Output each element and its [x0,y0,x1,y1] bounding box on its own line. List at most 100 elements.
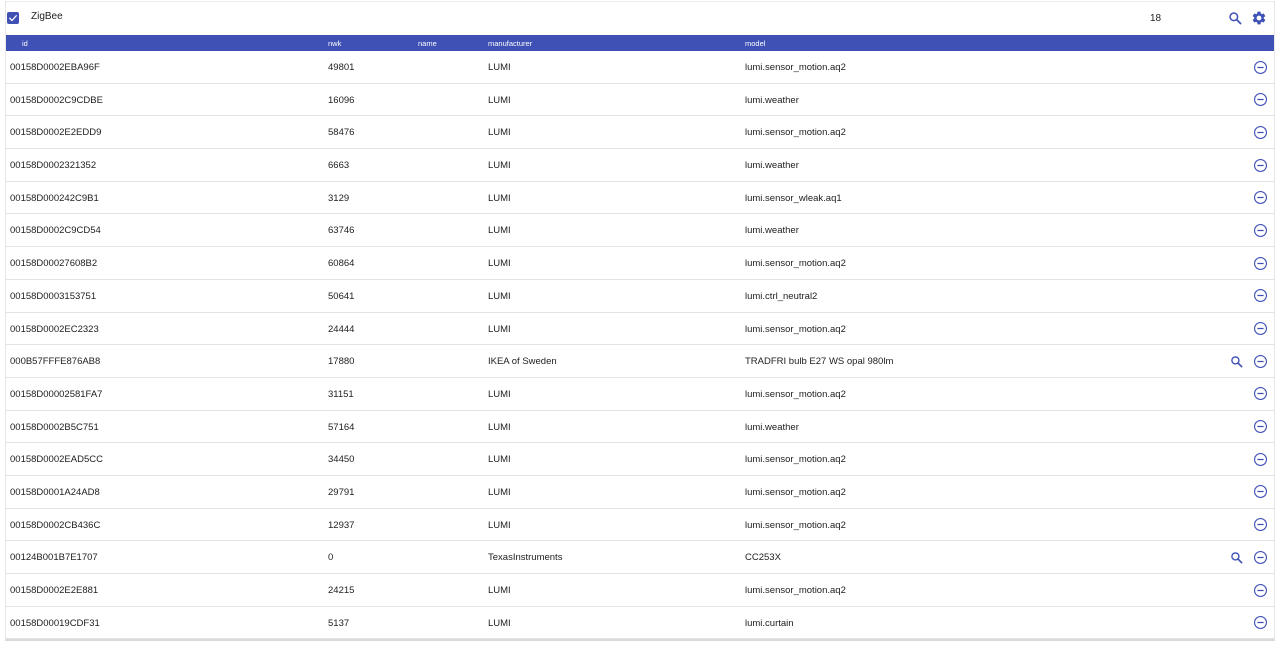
remove-device-button[interactable] [1252,517,1268,533]
remove-circle-icon [1253,616,1267,630]
device-row[interactable]: 00158D0002321352 6663 LUMI lumi.weather [6,149,1274,182]
search-icon [1230,355,1242,368]
device-search-button[interactable] [1228,549,1244,565]
device-id: 00158D0002C9CD54 [10,225,101,237]
remove-device-button[interactable] [1252,615,1268,631]
device-count: 18 [1150,13,1162,24]
device-row[interactable]: 00124B001B7E1707 0 TexasInstruments CC25… [6,541,1274,574]
remove-device-button[interactable] [1252,222,1268,238]
check-icon [9,15,17,22]
column-header-manufacturer[interactable]: manufacturer [488,39,532,48]
column-header-id[interactable]: id [22,39,28,48]
device-id: 00158D00019CDF31 [10,617,100,629]
device-model: lumi.ctrl_neutral2 [745,290,818,302]
device-model: lumi.curtain [745,617,794,629]
device-model: lumi.sensor_motion.aq2 [745,388,846,400]
device-model: TRADFRI bulb E27 WS opal 980lm [745,356,894,368]
column-header-nwk[interactable]: nwk [328,39,341,48]
remove-device-button[interactable] [1252,386,1268,402]
remove-device-button[interactable] [1252,92,1268,108]
settings-button[interactable] [1250,9,1268,27]
device-manufacturer: TexasInstruments [488,552,563,564]
search-button[interactable] [1226,9,1244,27]
device-row[interactable]: 00158D0002EC2323 24444 LUMI lumi.sensor_… [6,313,1274,346]
remove-device-button[interactable] [1252,190,1268,206]
device-manufacturer: LUMI [488,519,511,531]
device-row[interactable]: 000B57FFFE876AB8 17880 IKEA of Sweden TR… [6,345,1274,378]
device-manufacturer: LUMI [488,486,511,498]
remove-circle-icon [1253,158,1267,172]
remove-device-button[interactable] [1252,451,1268,467]
device-row[interactable]: 00158D0002B5C751 57164 LUMI lumi.weather [6,411,1274,444]
search-icon [1229,12,1242,25]
remove-circle-icon [1253,93,1267,107]
device-id: 00124B001B7E1707 [10,552,98,564]
device-nwk: 29791 [328,486,355,498]
column-header-model[interactable]: model [745,39,765,48]
device-row[interactable]: 00158D0002C9CDBE 16096 LUMI lumi.weather [6,84,1274,117]
device-nwk: 3129 [328,192,350,204]
remove-device-button[interactable] [1252,419,1268,435]
device-nwk: 0 [328,552,334,564]
device-row[interactable]: 00158D00027608B2 60864 LUMI lumi.sensor_… [6,247,1274,280]
remove-device-button[interactable] [1252,549,1268,565]
device-nwk: 24215 [328,585,355,596]
device-id: 00158D0002E2EDD9 [10,127,102,139]
device-row[interactable]: 00158D0002EAD5CC 34450 LUMI lumi.sensor_… [6,443,1274,476]
device-manufacturer: LUMI [488,421,511,433]
settings-icon [1252,11,1266,25]
table-header: id nwk name manufacturer model [6,35,1274,51]
remove-circle-icon [1253,60,1267,74]
device-nwk: 34450 [328,454,355,466]
remove-device-button[interactable] [1252,255,1268,271]
remove-device-button[interactable] [1252,484,1268,500]
device-row[interactable]: 00158D00019CDF31 5137 LUMI lumi.curtain [6,607,1274,640]
device-row[interactable]: 00158D0002EBA96F 49801 LUMI lumi.sensor_… [6,51,1274,84]
device-model: lumi.sensor_motion.aq2 [745,585,846,596]
device-nwk: 6663 [328,160,350,172]
device-row[interactable]: 00158D0002E2E881 24215 LUMI lumi.sensor_… [6,574,1274,607]
device-id: 00158D0002321352 [10,160,97,172]
remove-circle-icon [1253,223,1267,237]
search-icon [1230,552,1242,564]
device-manufacturer: LUMI [488,585,511,596]
device-id: 00158D00027608B2 [10,258,98,270]
remove-device-button[interactable] [1252,59,1268,75]
device-nwk: 58476 [328,127,355,139]
device-row[interactable]: 00158D0003153751 50641 LUMI lumi.ctrl_ne… [6,280,1274,313]
device-model: lumi.sensor_wleak.aq1 [745,192,842,204]
remove-device-button[interactable] [1252,353,1268,369]
device-search-button[interactable] [1228,353,1244,369]
device-id: 00158D0001A24AD8 [10,486,100,498]
remove-device-button[interactable] [1252,582,1268,598]
remove-device-button[interactable] [1252,288,1268,304]
device-model: lumi.weather [745,225,799,237]
remove-device-button[interactable] [1252,321,1268,337]
enable-checkbox[interactable] [7,12,19,24]
device-nwk: 57164 [328,421,355,433]
device-model: CC253X [745,552,781,564]
device-row[interactable]: 00158D0002E2EDD9 58476 LUMI lumi.sensor_… [6,116,1274,150]
remove-circle-icon [1253,452,1267,466]
device-row[interactable]: 00158D0002C9CD54 63746 LUMI lumi.weather [6,214,1274,248]
device-nwk: 12937 [328,519,355,531]
device-model: lumi.sensor_motion.aq2 [745,258,846,270]
remove-device-button[interactable] [1252,124,1268,140]
device-row[interactable]: 00158D0002CB436C 12937 LUMI lumi.sensor_… [6,509,1274,542]
device-id: 000B57FFFE876AB8 [10,356,101,368]
remove-device-button[interactable] [1252,157,1268,173]
remove-circle-icon [1253,550,1267,564]
device-model: lumi.weather [745,160,799,172]
device-id: 00158D0002E2E881 [10,585,99,596]
device-id: 00158D000242C9B1 [10,192,99,204]
column-header-name[interactable]: name [418,39,437,48]
device-row[interactable]: 00158D0001A24AD8 29791 LUMI lumi.sensor_… [6,476,1274,509]
device-id: 00158D0002C9CDBE [10,94,103,106]
device-row[interactable]: 00158D00002581FA7 31151 LUMI lumi.sensor… [6,378,1274,411]
device-manufacturer: LUMI [488,323,511,335]
toolbar: ZigBee 18 [6,1,1274,35]
device-id: 00158D0003153751 [10,290,97,302]
device-row[interactable]: 00158D000242C9B1 3129 LUMI lumi.sensor_w… [6,182,1274,215]
device-manufacturer: LUMI [488,160,511,172]
remove-circle-icon [1253,583,1267,597]
